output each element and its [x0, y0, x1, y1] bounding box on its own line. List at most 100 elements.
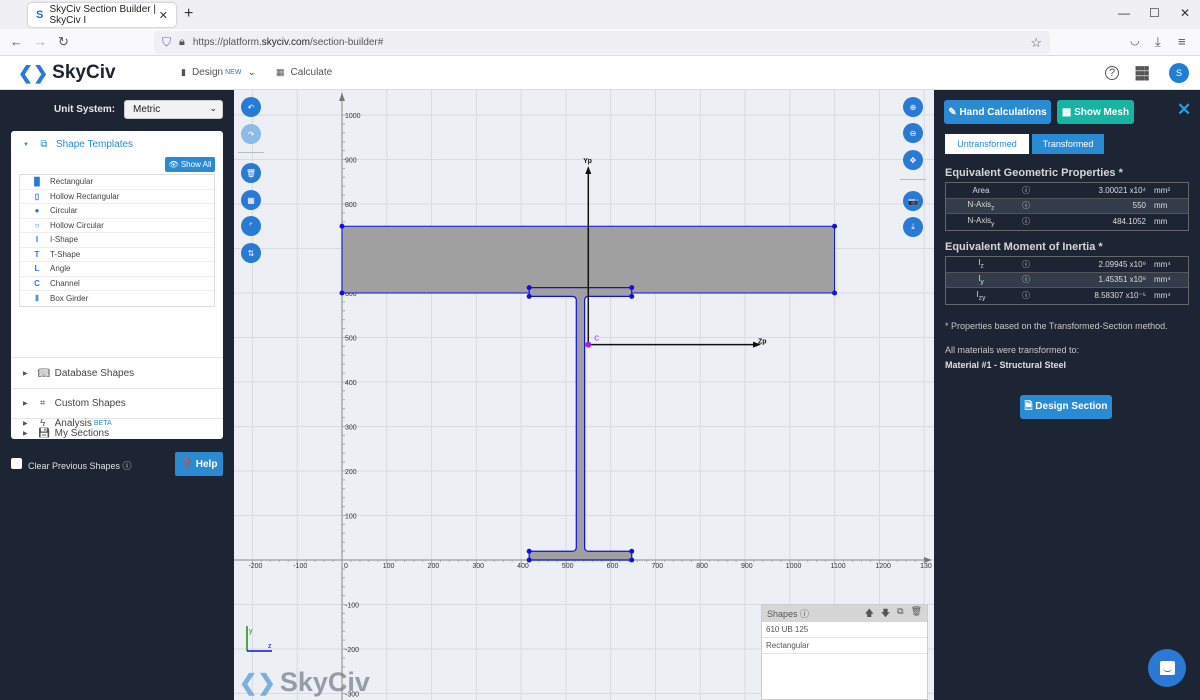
transformed-to-label: All materials were transformed to: [945, 345, 1080, 355]
property-row-n-axis-z: N-Axisz ⓘ 550 mm [946, 198, 1188, 214]
corner-button[interactable]: ⌜ [241, 216, 261, 236]
caret-right-icon: ▶ [23, 401, 28, 407]
info-icon[interactable]: ⓘ [1016, 259, 1036, 270]
property-row-n-axis-y: N-Axisy ⓘ 484.1052 mm [946, 214, 1188, 230]
watermark-text: SkyCiv [279, 667, 370, 697]
info-icon[interactable]: ⓘ [1016, 290, 1036, 301]
grid-button[interactable]: ▦ [241, 190, 261, 210]
section-database-shapes[interactable]: ▶ 📖︎ Database Shapes [23, 368, 134, 379]
template-box-girder[interactable]: Ⅱ Box Girder [20, 291, 214, 306]
show-mesh-button[interactable]: ▦ Show Mesh [1057, 100, 1134, 124]
geometric-properties-title: Equivalent Geometric Properties * [945, 167, 1123, 179]
principal-y-label: Yp [583, 158, 592, 165]
zoom-out-button[interactable]: ⊖ [903, 123, 923, 143]
x-tick-label: 130 [920, 563, 932, 570]
menu-calculate[interactable]: ▦ Calculate [276, 67, 332, 78]
template-i-shape[interactable]: I I-Shape [20, 233, 214, 248]
template-t-shape[interactable]: T T-Shape [20, 248, 214, 262]
info-icon[interactable]: ⓘ [1016, 216, 1036, 227]
section-label: Shape Templates [55, 139, 134, 150]
template-angle[interactable]: L Angle [20, 262, 214, 277]
clear-previous-label: Clear Previous Shapes ⓘ [28, 461, 132, 471]
template-label: I-Shape [50, 235, 79, 245]
maximize-icon[interactable]: ☐ [1149, 6, 1160, 20]
section-custom-shapes[interactable]: ▶ ⌗ Custom Shapes [23, 398, 126, 409]
minimize-icon[interactable]: — [1118, 6, 1130, 20]
lightning-icon: ϟ [39, 418, 46, 429]
clear-previous-checkbox[interactable] [11, 458, 22, 469]
move-up-icon[interactable]: 🡅 [865, 606, 874, 622]
x-tick-label: 1200 [875, 563, 891, 570]
info-icon[interactable]: ⓘ [1016, 274, 1036, 285]
url-prefix: https://platform. [192, 37, 262, 48]
bookmark-star-icon[interactable]: ☆ [1030, 35, 1042, 51]
tab-close-icon[interactable]: ✕ [159, 9, 168, 22]
download-button[interactable]: ⤓ [903, 217, 923, 237]
help-button[interactable]: ❓ Help [175, 452, 223, 476]
skyciv-watermark: ❮❯ SkyCiv [239, 667, 370, 698]
browser-menu-icon[interactable]: ≡ [1178, 34, 1186, 49]
url-bar[interactable]: ⛉ 🔒︎ https://platform. skyciv.com/section… [154, 31, 1050, 54]
browser-tab[interactable]: S SkyCiv Section Builder | SkyCiv I ✕ [28, 3, 176, 27]
shape-list-item[interactable]: Rectangular [762, 638, 927, 654]
reload-icon[interactable]: ↻ [58, 34, 69, 50]
menu-design[interactable]: ▮ Design NEW ⌄ [181, 67, 256, 78]
duplicate-icon[interactable]: ⧉ [897, 606, 903, 622]
pocket-icon[interactable]: ◡ [1130, 34, 1140, 47]
browser-tab-bar: S SkyCiv Section Builder | SkyCiv I ✕ + … [0, 0, 1200, 29]
skyciv-logo[interactable]: ❮❯ SkyCiv [18, 62, 116, 84]
section-shape-templates[interactable]: ▼ ⧉ Shape Templates [23, 139, 133, 150]
move-down-icon[interactable]: 🡇 [881, 606, 890, 622]
apps-grid-icon[interactable]: ■■■ ■■■ ■■■ [1135, 64, 1149, 83]
right-panel: ✎ Hand Calculations ▦ Show Mesh ✕ Untran… [934, 90, 1200, 700]
design-section-button[interactable]: 🗎 Design Section [1020, 395, 1112, 419]
y-tick-label: 200 [345, 469, 357, 476]
i-beam-shape [528, 287, 633, 561]
section-analysis[interactable]: ▶ ϟ Analysis BETA [23, 418, 112, 429]
back-icon[interactable]: ← [10, 34, 23, 49]
window-close-icon[interactable]: ✕ [1180, 6, 1190, 20]
screenshot-button[interactable]: 📷 [903, 191, 923, 211]
box-girder-icon: Ⅱ [35, 293, 39, 303]
shape-list-item[interactable]: 610 UB 125 [762, 622, 927, 638]
align-button[interactable]: ⇅ [241, 243, 261, 263]
template-hollow-rectangular[interactable]: ▯ Hollow Rectangular [20, 190, 214, 204]
transformed-toggle[interactable]: Transformed [1032, 134, 1104, 154]
zoom-in-button[interactable]: ⊕ [903, 97, 923, 117]
untransformed-toggle[interactable]: Untransformed [945, 134, 1029, 154]
transformed-method-note: * Properties based on the Transformed-Se… [945, 321, 1168, 331]
redo-button[interactable]: ↷ [241, 124, 261, 144]
hand-calculations-button[interactable]: ✎ Hand Calculations [944, 100, 1051, 124]
info-icon[interactable]: ⓘ [1016, 185, 1036, 196]
property-value: 8.58307 x10⁻⁵ [1094, 291, 1146, 301]
property-value: 550 [1132, 201, 1146, 211]
property-row-izy: Izy ⓘ 8.58307 x10⁻⁵ mm⁴ [946, 288, 1188, 304]
user-avatar[interactable]: S [1169, 63, 1189, 83]
info-icon[interactable]: ⓘ [1016, 200, 1036, 211]
forward-icon[interactable]: → [34, 34, 47, 49]
help-circle-icon[interactable]: ? [1105, 66, 1119, 80]
trash-icon[interactable]: 🗑 [911, 606, 922, 622]
chat-support-button[interactable] [1148, 649, 1186, 687]
property-unit: mm² [1154, 185, 1170, 195]
template-channel[interactable]: C Channel [20, 277, 214, 291]
template-rectangular[interactable]: █ Rectangular [20, 175, 214, 190]
property-name: Iy [978, 273, 984, 286]
delete-button[interactable]: 🗑 [241, 163, 261, 183]
close-panel-icon[interactable]: ✕ [1177, 100, 1191, 120]
undo-button[interactable]: ↶ [241, 97, 261, 117]
i-shape-icon: I [35, 235, 39, 245]
download-icon[interactable]: ⤓ [1155, 34, 1161, 50]
section-canvas[interactable]: -200 -100 0 100 200 300 400 500 600 700 800 900 1000… [234, 90, 934, 700]
section-my-sections[interactable]: ▶ 💾︎ My Sections [23, 428, 109, 439]
vector-shape-icon: ⌗ [39, 398, 46, 409]
caret-down-icon: ▼ [23, 141, 29, 148]
pan-button[interactable]: ✥ [903, 150, 923, 170]
show-all-button[interactable]: 👁 Show All [165, 157, 215, 172]
property-row-iy: Iy ⓘ 1.45351 x10⁹ mm⁴ [946, 272, 1188, 288]
unit-system-select[interactable]: Metric ⌄ [124, 100, 223, 119]
template-hollow-circular[interactable]: ○ Hollow Circular [20, 219, 214, 233]
template-circular[interactable]: ● Circular [20, 204, 214, 219]
property-unit: mm⁴ [1154, 291, 1171, 301]
new-tab-button[interactable]: + [184, 5, 193, 23]
